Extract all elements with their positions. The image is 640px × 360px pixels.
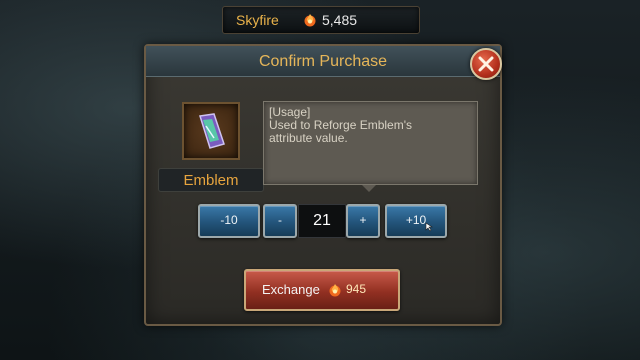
exchange-label: Exchange bbox=[262, 282, 320, 297]
flame-icon bbox=[303, 13, 317, 27]
decrease-1-button[interactable]: - bbox=[263, 204, 297, 238]
description-line: attribute value. bbox=[269, 131, 348, 145]
item-description: [Usage] Used to Reforge Emblem's attribu… bbox=[263, 101, 478, 192]
quantity-display: 21 bbox=[298, 204, 346, 238]
decrease-10-button[interactable]: -10 bbox=[198, 204, 260, 238]
dialog-title: Confirm Purchase bbox=[258, 53, 388, 70]
dialog-header: Confirm Purchase bbox=[146, 46, 500, 77]
flame-icon bbox=[328, 283, 342, 297]
currency-amount: 5,485 bbox=[322, 12, 358, 28]
close-button[interactable] bbox=[470, 48, 502, 80]
item-name-box: Emblem bbox=[158, 168, 264, 192]
currency-bar: Skyfire 5,485 bbox=[222, 6, 420, 34]
emblem-item-icon bbox=[199, 113, 225, 149]
currency-name: Skyfire bbox=[236, 12, 279, 28]
close-icon bbox=[478, 56, 494, 72]
increase-10-button[interactable]: +10 bbox=[385, 204, 447, 238]
exchange-cost: 945 bbox=[346, 282, 367, 296]
item-slot bbox=[182, 102, 240, 160]
quantity-value: 21 bbox=[313, 212, 331, 229]
item-name: Emblem bbox=[183, 172, 239, 189]
confirm-purchase-dialog: Confirm Purchase Emblem [Usage] Used to … bbox=[144, 44, 502, 326]
pointer-icon bbox=[425, 222, 433, 232]
increase-1-button[interactable]: + bbox=[346, 204, 380, 238]
exchange-button[interactable]: Exchange 945 bbox=[244, 269, 400, 311]
